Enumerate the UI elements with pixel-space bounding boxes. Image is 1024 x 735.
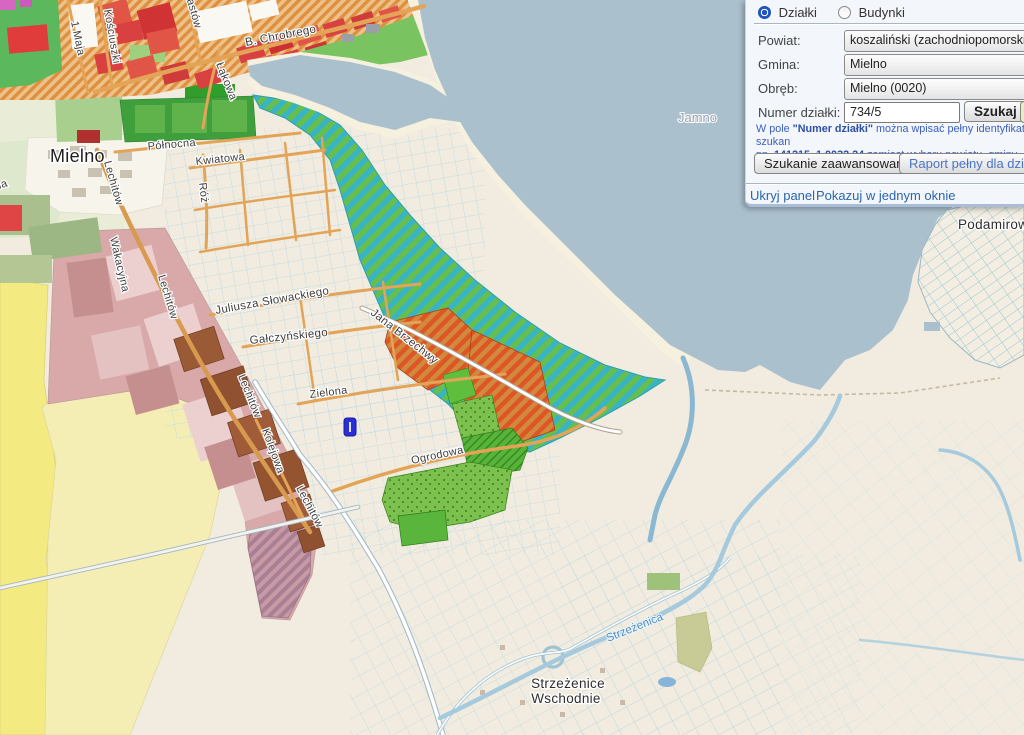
water-label-jamno: Jamno <box>678 110 717 125</box>
street-label-roz: Róż <box>196 182 210 204</box>
radio-budynki[interactable] <box>838 6 851 19</box>
radio-budynki-label: Budynki <box>859 5 905 20</box>
single-window-link[interactable]: Pokazuj w jednym oknie <box>816 188 955 203</box>
hide-panel-link[interactable]: Ukryj panel <box>750 188 815 203</box>
geoportal-app: Mielno Strzeżenice Wschodnie Podamirowo … <box>0 0 1024 735</box>
gmina-label: Gmina: <box>758 57 800 72</box>
numer-dzialki-input[interactable]: 734/5 <box>844 102 960 123</box>
obreb-select[interactable]: Mielno (0020) <box>844 78 1024 100</box>
search-mode-row: Działki Budynki <box>746 4 1024 22</box>
panel-separator-top <box>754 23 1024 25</box>
town-label-mielno: Mielno <box>50 146 105 166</box>
parcel-search-panel: Działki Budynki Powiat: koszaliński (zac… <box>745 0 1024 207</box>
panel-separator-bottom <box>746 183 1024 185</box>
gmina-select[interactable]: Mielno <box>844 54 1024 76</box>
ogrodowa-green-south <box>398 510 448 546</box>
powiat-select[interactable]: koszaliński (zachodniopomorskie <box>844 30 1024 52</box>
clipped-edge-button[interactable] <box>1020 101 1024 123</box>
parcel-grid-southeast <box>780 420 1024 735</box>
radio-dzialki[interactable] <box>758 6 771 19</box>
town-label-strzezenice: Strzeżenice <box>531 676 605 691</box>
selected-parcel-marker[interactable] <box>344 418 356 436</box>
obreb-label: Obręb: <box>758 81 798 96</box>
town-label-podamirowo: Podamirowo <box>958 217 1024 232</box>
town-label-wschodnie: Wschodnie <box>531 691 600 706</box>
numer-dzialki-label: Numer działki: <box>758 105 840 120</box>
radio-dzialki-label: Działki <box>779 5 817 20</box>
szukaj-button[interactable]: Szukaj <box>964 101 1024 122</box>
powiat-label: Powiat: <box>758 33 801 48</box>
full-report-button[interactable]: Raport pełny dla działk <box>899 153 1024 174</box>
advanced-search-button[interactable]: Szukanie zaawansowane <box>754 153 921 174</box>
